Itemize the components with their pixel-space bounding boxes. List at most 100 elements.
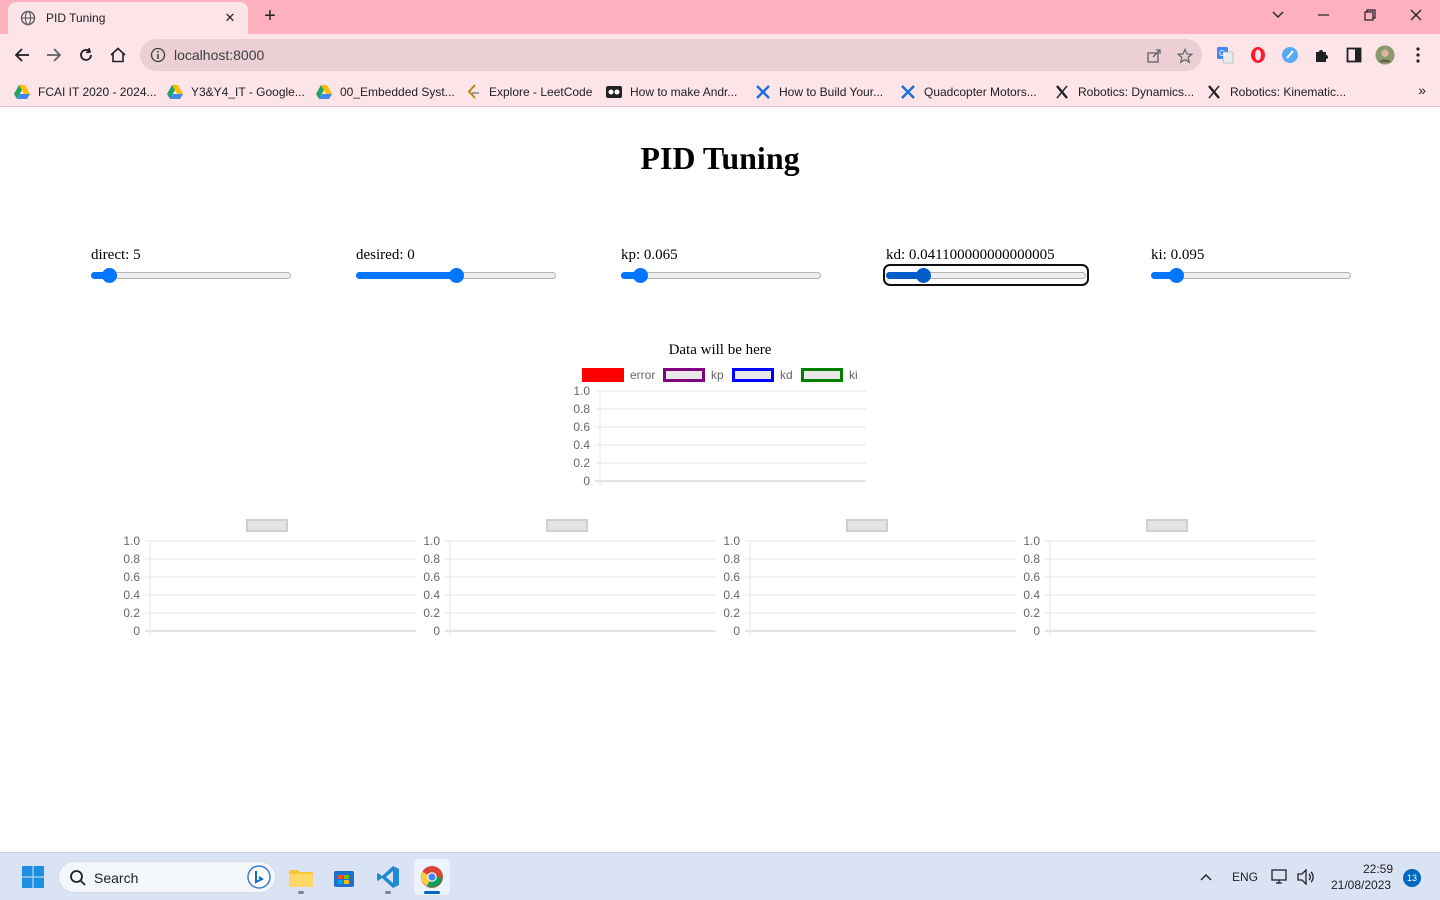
back-icon[interactable] (8, 41, 36, 69)
chrome-menu-icon[interactable] (1408, 45, 1428, 65)
opera-icon[interactable] (1248, 45, 1268, 65)
y-tick-label: 0.6 (573, 420, 590, 434)
volume-icon[interactable] (1292, 859, 1320, 895)
bookmark-star-icon[interactable] (1176, 47, 1194, 65)
small-chart-legend-box[interactable] (246, 519, 288, 532)
y-tick-label: 0 (1033, 624, 1040, 638)
legend-swatch-kp (663, 368, 705, 382)
close-window-icon[interactable] (1393, 0, 1439, 30)
small-chart-4: 1.0 0.8 0.6 0.4 0.2 0 (1023, 534, 1316, 638)
microsoft-store-icon[interactable] (326, 859, 362, 895)
slider-thumb[interactable] (102, 268, 118, 283)
small-chart-legend-box[interactable] (1146, 519, 1188, 532)
legend-swatch-error (582, 368, 624, 382)
share-icon[interactable] (1145, 47, 1163, 65)
bookmark-item[interactable]: Y3&Y4_IT - Google... (167, 82, 305, 102)
bookmark-item[interactable]: Quadcopter Motors... (900, 82, 1037, 102)
file-explorer-icon[interactable] (283, 859, 319, 895)
kd-slider[interactable] (883, 264, 1089, 286)
new-tab-button[interactable]: + (258, 5, 282, 29)
notification-count-badge[interactable]: 13 (1403, 869, 1421, 887)
more-bookmarks-button[interactable]: » (1418, 82, 1426, 98)
direct-slider[interactable] (91, 267, 291, 283)
chrome-icon[interactable] (414, 859, 450, 895)
y-tick-label: 0.4 (123, 588, 140, 602)
bookmark-item[interactable]: Robotics: Kinematic... (1206, 82, 1346, 102)
show-hidden-icons-chevron-icon[interactable] (1188, 859, 1224, 895)
url-text: localhost:8000 (174, 47, 265, 63)
google-translate-icon[interactable]: G (1215, 45, 1235, 65)
browser-tab[interactable]: PID Tuning ✕ (8, 2, 248, 34)
reload-icon[interactable] (72, 41, 100, 69)
address-bar[interactable]: localhost:8000 (140, 39, 1202, 71)
tab-search-chevron-icon[interactable] (1255, 0, 1301, 30)
y-tick-label: 1.0 (1023, 534, 1040, 548)
legend-item-error[interactable]: error (582, 367, 655, 383)
minimize-icon[interactable] (1301, 0, 1347, 30)
restore-icon[interactable] (1347, 0, 1393, 30)
bookmark-item[interactable]: How to make Andr... (606, 82, 737, 102)
kp-slider[interactable] (621, 267, 821, 283)
side-panel-icon[interactable] (1344, 45, 1364, 65)
extension-blue-icon[interactable] (1280, 45, 1300, 65)
windows-start-icon[interactable] (15, 859, 51, 895)
profile-avatar[interactable] (1375, 45, 1395, 65)
page-content: PID Tuning direct: 5 desired: 0 kp: 0.06… (0, 108, 1440, 852)
bookmark-item[interactable]: 00_Embedded Syst... (316, 82, 455, 102)
legend-swatch-kd (732, 368, 774, 382)
legend-item-kd[interactable]: kd (732, 367, 793, 383)
legend-item-kp[interactable]: kp (663, 367, 724, 383)
bookmarks-bar: FCAI IT 2020 - 2024... Y3&Y4_IT - Google… (0, 76, 1440, 107)
active-indicator (424, 891, 440, 894)
slider-thumb[interactable] (915, 268, 931, 283)
bookmark-item[interactable]: FCAI IT 2020 - 2024... (14, 82, 157, 102)
y-tick-label: 0.4 (573, 438, 590, 452)
windows-taskbar: Search ENG 22:59 21/08/2023 13 (0, 852, 1440, 900)
small-chart-legend-box[interactable] (846, 519, 888, 532)
bookmark-item[interactable]: Explore - LeetCode (465, 82, 592, 102)
y-tick-label: 0.6 (723, 570, 740, 584)
small-chart-legend-box[interactable] (546, 519, 588, 532)
network-icon[interactable] (1265, 859, 1295, 895)
home-icon[interactable] (104, 41, 132, 69)
slider-thumb[interactable] (633, 268, 649, 283)
slider-group-desired: desired: 0 (356, 247, 566, 283)
slider-label: desired: 0 (356, 247, 415, 263)
language-indicator[interactable]: ENG (1232, 870, 1258, 884)
slider-label: kd: 0.041100000000000005 (886, 247, 1055, 263)
x-brand-icon (1054, 84, 1070, 100)
forward-icon[interactable] (40, 41, 68, 69)
y-tick-label: 0.2 (573, 456, 590, 470)
y-tick-label: 0.6 (123, 570, 140, 584)
small-chart-3: 1.0 0.8 0.6 0.4 0.2 0 (723, 534, 1016, 638)
y-tick-label: 0.8 (423, 552, 440, 566)
extensions-puzzle-icon[interactable] (1312, 45, 1332, 65)
taskbar-search-box[interactable]: Search (58, 861, 276, 893)
slider-thumb[interactable] (448, 268, 464, 283)
clock-date[interactable]: 21/08/2023 (1331, 878, 1391, 892)
legend-item-ki[interactable]: ki (801, 367, 858, 383)
vscode-icon[interactable] (370, 859, 406, 895)
small-chart-1: 1.0 0.8 0.6 0.4 0.2 0 (123, 534, 416, 638)
y-tick-label: 0.8 (1023, 552, 1040, 566)
bookmark-item[interactable]: Robotics: Dynamics... (1054, 82, 1194, 102)
clock-time[interactable]: 22:59 (1363, 862, 1393, 876)
bookmark-item[interactable]: How to Build Your... (755, 82, 883, 102)
legend-label: ki (849, 368, 858, 382)
slider-thumb[interactable] (1168, 268, 1184, 283)
close-tab-icon[interactable]: ✕ (222, 10, 238, 26)
y-tick-label: 0.2 (423, 606, 440, 620)
y-tick-label: 0.8 (723, 552, 740, 566)
ki-slider[interactable] (1151, 267, 1351, 283)
slider-label: ki: 0.095 (1151, 247, 1205, 263)
browser-tab-strip: PID Tuning ✕ + (0, 0, 1440, 34)
desired-slider[interactable] (356, 267, 556, 283)
search-label: Search (94, 870, 139, 886)
browser-toolbar: localhost:8000 G (0, 34, 1440, 76)
slider-group-direct: direct: 5 (91, 247, 301, 283)
bing-chat-icon[interactable] (247, 865, 271, 894)
site-info-icon[interactable] (150, 47, 166, 63)
google-drive-icon (14, 84, 30, 100)
google-drive-icon (167, 84, 183, 100)
slider-fill (356, 272, 456, 279)
